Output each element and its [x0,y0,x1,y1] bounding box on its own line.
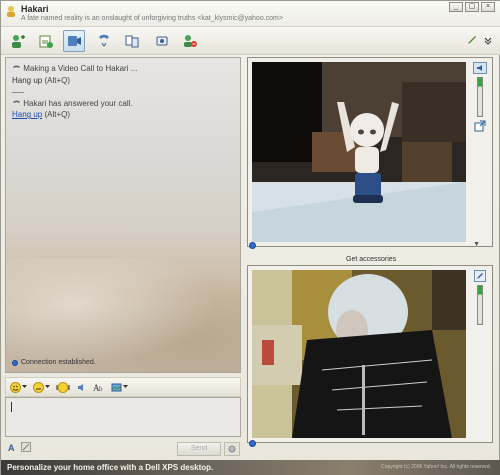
local-video-feed [252,270,466,438]
games-icon [156,36,168,46]
smiley-icon [10,381,21,393]
invite-icon [12,35,25,48]
video-call-icon [68,36,81,46]
pen-icon[interactable] [467,35,477,45]
title-bar: Hakari A fate named reality is an onslau… [1,1,500,27]
share-button[interactable] [121,30,143,52]
svg-text:A: A [8,443,15,452]
minimize-button[interactable]: _ [449,2,463,12]
messenger-window: Hakari A fate named reality is an onslau… [0,0,500,475]
message-1: Making a Video Call to Hakari ... [12,64,137,73]
message-2-text: Hakari has answered your call. [23,99,133,108]
emoticon-button[interactable] [10,381,27,393]
pen-icon[interactable] [474,270,486,282]
speaker-icon [78,383,83,391]
remote-video-feed [252,62,466,242]
call-button[interactable] [93,30,115,52]
chevron-down-icon [45,385,50,388]
message-2: Hakari has answered your call. [12,99,133,108]
send-files-button[interactable] [35,30,57,52]
remote-options-chevron-icon[interactable]: ▼ [473,241,480,248]
options-chevron-icon[interactable] [483,35,493,45]
buzz-button[interactable] [56,381,70,393]
ad-banner-copyright: Copyright (c) 2006 Yahoo! Inc. All right… [381,464,491,470]
phone-icon [13,100,20,103]
format-toolbar: Ab [5,377,241,397]
speaker-volume-slider[interactable] [477,77,483,117]
text-format-icon[interactable]: A [7,442,17,452]
message-input[interactable] [5,397,241,437]
contact-status: A fate named reality is an onslaught of … [21,15,283,22]
send-options-icon [228,445,236,453]
speaker-volume-button[interactable] [473,62,487,74]
conversation-history: Making a Video Call to Hakari ... Hang u… [5,57,241,373]
message-1-hangup: Hang up (Alt+Q) [12,76,70,85]
connection-status-text: Connection established. [21,359,96,366]
imvironment-icon [111,383,122,391]
hangup-shortcut-2: (Alt+Q) [44,110,71,119]
maximize-button[interactable]: ▢ [465,2,479,12]
hangup-link-1[interactable]: Hang up [12,76,42,85]
svg-text:b: b [99,385,103,393]
speaker-icon [476,65,482,71]
remote-video-image [252,62,466,242]
chevron-down-icon [123,385,128,388]
clear-format-icon[interactable] [21,442,31,452]
message-1-text: Making a Video Call to Hakari ... [23,64,138,73]
ad-banner[interactable]: Personalize your home office with a Dell… [1,460,500,475]
buzz-icon [56,381,70,393]
chevron-down-icon [22,385,27,388]
block-icon [184,35,197,47]
connection-status: Connection established. [12,359,96,366]
contact-name: Hakari [21,4,49,14]
invite-button[interactable] [7,30,29,52]
hangup-link-2[interactable]: Hang up [12,110,42,119]
text-caret [11,402,12,412]
remote-video-panel: ▼ [247,57,493,249]
bottom-tools: A [7,442,31,452]
send-files-icon [39,35,53,48]
local-video-controls [472,270,488,325]
video-call-button[interactable] [63,30,85,52]
ad-banner-text: Personalize your home office with a Dell… [7,463,214,472]
contact-icon [7,6,15,17]
block-button[interactable] [179,30,201,52]
window-controls: _ ▢ × [449,2,495,12]
send-options-button[interactable] [224,442,240,456]
status-dot-icon [12,359,18,366]
local-video-image [252,270,466,438]
separator [12,88,26,97]
message-2-hangup: Hang up (Alt+Q) [12,110,70,119]
get-accessories-link[interactable]: Get accessories [346,256,396,263]
games-button[interactable] [151,30,173,52]
audible-icon [33,381,44,393]
share-icon [125,35,139,48]
call-icon [99,34,109,47]
font-button[interactable]: Ab [93,382,105,393]
local-video-panel [247,265,493,447]
imvironment-button[interactable] [111,382,128,393]
remote-video-controls [472,62,488,132]
phone-icon [13,65,20,68]
voice-clip-button[interactable] [76,382,87,393]
toolbar [1,27,500,55]
remote-video-indicator-icon [249,242,256,249]
send-button[interactable]: Send [177,442,221,456]
conversation-background [6,258,240,372]
toolbar-right [467,35,493,45]
local-video-indicator-icon [249,440,256,447]
close-button[interactable]: × [481,2,495,12]
popout-icon[interactable] [474,120,486,132]
hangup-shortcut-1: (Alt+Q) [44,76,71,85]
mic-volume-slider[interactable] [477,285,483,325]
audibles-button[interactable] [33,381,50,393]
font-icon: Ab [93,383,103,393]
